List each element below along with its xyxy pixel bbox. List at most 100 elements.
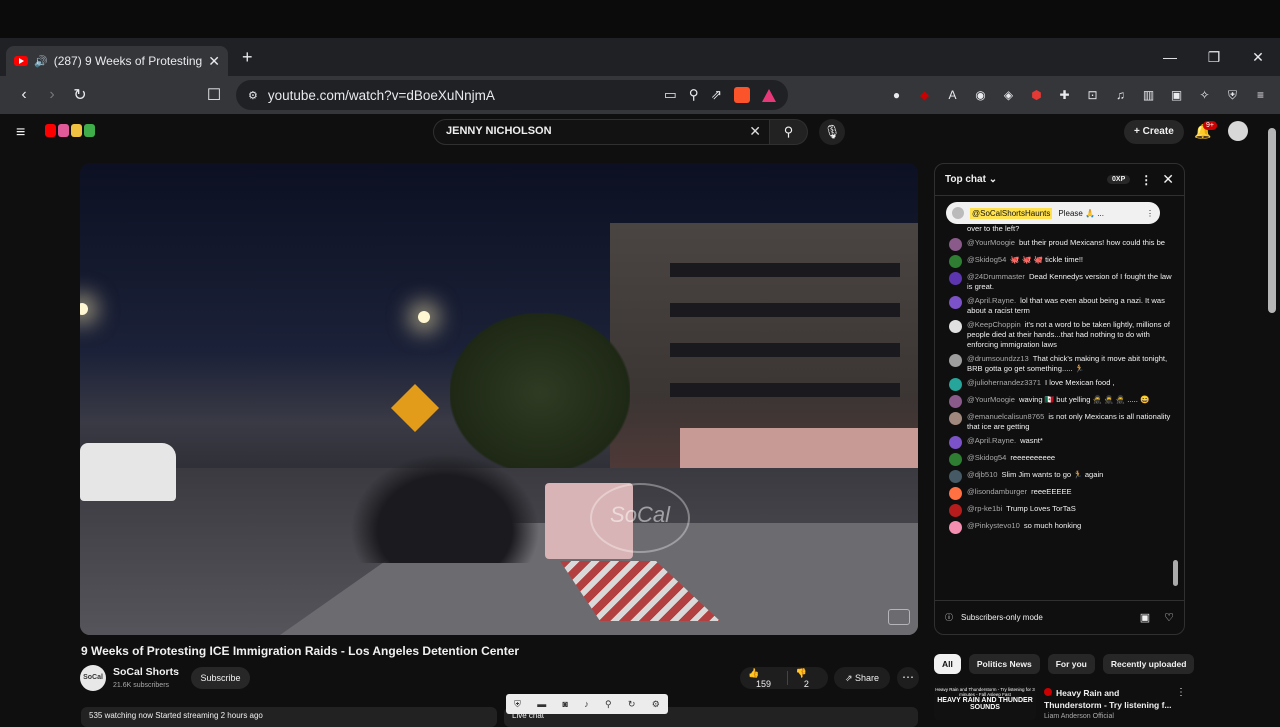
youtube-logo[interactable] xyxy=(45,124,95,137)
loop-icon[interactable]: ↻ xyxy=(628,699,636,710)
share-button[interactable]: ⇗ Share xyxy=(834,667,890,689)
pinned-options-icon[interactable]: ⋮ xyxy=(1146,209,1154,218)
chip-for-you[interactable]: For you xyxy=(1047,654,1095,674)
tab-close-icon[interactable]: ✕ xyxy=(208,53,220,70)
share-page-icon[interactable]: ⇗ xyxy=(711,87,722,103)
chat-message[interactable]: @emanuelcalisun8765 is not only Mexicans … xyxy=(949,412,1174,432)
avatar[interactable] xyxy=(949,395,962,408)
shield-icon[interactable]: ⛨ xyxy=(514,699,521,710)
page-scrollbar[interactable] xyxy=(1268,128,1276,313)
chat-message[interactable]: @Skidog54 reeeeeeeeee xyxy=(949,453,1174,466)
video-player[interactable]: SoCal xyxy=(80,163,918,635)
subscribe-button[interactable]: Subscribe xyxy=(191,667,250,689)
dislike-button[interactable]: 👎 2 xyxy=(788,668,828,689)
author-name[interactable]: @April.Rayne. xyxy=(967,296,1016,305)
avatar[interactable] xyxy=(949,354,962,367)
author-name[interactable]: @24Drummaster xyxy=(967,272,1025,281)
extensions-puzzle-icon[interactable]: ✚ xyxy=(1055,86,1074,105)
wallet-icon[interactable]: ▣ xyxy=(1167,86,1186,105)
zoom-icon[interactable]: ⚲ xyxy=(689,87,699,103)
sidebar-icon[interactable]: ▥ xyxy=(1139,86,1158,105)
author-name[interactable]: @KeepChoppin xyxy=(967,320,1021,329)
back-icon[interactable]: ‹ xyxy=(10,86,38,104)
brave-shields-icon[interactable] xyxy=(734,87,750,103)
audio-icon[interactable]: ♪ xyxy=(584,699,589,709)
camera-icon[interactable]: ◙ xyxy=(563,699,568,709)
like-button[interactable]: 👍 159 xyxy=(740,668,787,689)
heart-icon[interactable]: ♡ xyxy=(1164,611,1174,624)
chat-message[interactable]: @lisondamburger reeeEEEEE xyxy=(949,487,1174,500)
chat-message[interactable]: @April.Rayne. wasnt* xyxy=(949,436,1174,449)
avatar[interactable] xyxy=(949,470,962,483)
minimize-icon[interactable]: — xyxy=(1148,38,1192,76)
search-icon[interactable]: ⚲ xyxy=(770,119,808,145)
chat-message[interactable]: @April.Rayne. lol that was even about bei… xyxy=(949,296,1174,316)
avatar[interactable] xyxy=(949,238,962,251)
video-thumbnail[interactable]: Heavy Rain and Thunderstorm - Try listen… xyxy=(934,685,1036,720)
chat-message[interactable]: @Skidog54 🐙 🐙 🐙 tickle time!! xyxy=(949,255,1174,268)
author-name[interactable]: @Pinkystevo10 xyxy=(967,521,1020,530)
extension-diamond-icon[interactable]: ◈ xyxy=(999,86,1018,105)
close-chat-icon[interactable]: ✕ xyxy=(1162,171,1174,188)
avatar[interactable] xyxy=(1228,121,1248,141)
description-box[interactable]: 535 watching now Started streaming 2 hou… xyxy=(81,707,497,727)
chip-recently-uploaded[interactable]: Recently uploaded xyxy=(1102,654,1195,674)
menu-icon[interactable]: ≡ xyxy=(1251,86,1270,105)
chat-mode-dropdown[interactable]: Top chat ⌄ xyxy=(945,174,997,185)
pin-icon[interactable]: ⚲ xyxy=(605,699,612,710)
avatar[interactable] xyxy=(949,436,962,449)
avatar[interactable] xyxy=(949,320,962,333)
chat-message[interactable]: @drumsoundzz13 That chick's making it mov… xyxy=(949,354,1174,374)
screenshot-icon[interactable]: ⊡ xyxy=(1083,86,1102,105)
author-name[interactable]: @Skidog54 xyxy=(967,255,1006,264)
extension-icon[interactable]: ● xyxy=(887,86,906,105)
browser-tab[interactable]: 🔊 (287) 9 Weeks of Protesting I ✕ xyxy=(6,46,228,76)
address-bar[interactable]: ⚙ youtube.com/watch?v=dBoeXuNnjmA ▭ ⚲ ⇗ xyxy=(236,80,788,110)
chip-all[interactable]: All xyxy=(934,654,961,674)
microphone-icon[interactable]: 🎙 xyxy=(819,119,845,145)
chat-message[interactable]: @YourMoogie but their proud Mexicans! how… xyxy=(949,238,1174,251)
media-icon[interactable]: ♫ xyxy=(1111,86,1130,105)
more-options-icon[interactable]: ⋮ xyxy=(1176,687,1186,698)
author-name[interactable]: @April.Rayne. xyxy=(967,436,1016,445)
clapper-icon[interactable]: ▬ xyxy=(537,699,546,709)
leo-ai-icon[interactable]: ✧ xyxy=(1195,86,1214,105)
avatar[interactable] xyxy=(949,487,962,500)
extension-ak-icon[interactable]: A xyxy=(943,86,962,105)
xp-badge[interactable]: 0XP xyxy=(1107,175,1131,184)
author-name[interactable]: @djb510 xyxy=(967,470,998,479)
channel-name[interactable]: SoCal Shorts xyxy=(113,666,179,678)
chat-scrollbar[interactable] xyxy=(1173,560,1178,586)
url-text[interactable]: youtube.com/watch?v=dBoeXuNnjmA xyxy=(268,88,495,103)
search-input[interactable]: JENNY NICHOLSON ✕ xyxy=(433,119,770,145)
avatar[interactable] xyxy=(949,378,962,391)
chat-options-icon[interactable]: ⋮ xyxy=(1140,173,1152,187)
chat-message[interactable]: @rp-ke1bi Trump Loves TorTaS xyxy=(949,504,1174,517)
speaker-icon[interactable]: 🔊 xyxy=(34,55,48,68)
author-name[interactable]: @Skidog54 xyxy=(967,453,1006,462)
clear-search-icon[interactable]: ✕ xyxy=(749,123,761,140)
more-actions-icon[interactable]: ⋯ xyxy=(897,667,919,689)
maximize-icon[interactable]: ❐ xyxy=(1192,38,1236,76)
recommended-channel[interactable]: Liam Anderson Official xyxy=(1044,713,1114,720)
ublock-icon[interactable]: ◆ xyxy=(915,86,934,105)
brave-rewards-icon[interactable] xyxy=(762,88,776,102)
chat-message[interactable]: @24Drummaster Dead Kennedys version of I … xyxy=(949,272,1174,292)
bookmark-icon[interactable]: ☐ xyxy=(200,85,228,105)
avatar[interactable] xyxy=(949,521,962,534)
info-icon[interactable]: ⓘ xyxy=(945,612,953,623)
reload-icon[interactable]: ↻ xyxy=(66,85,94,105)
settings-icon[interactable]: ⚙ xyxy=(652,699,660,710)
adblock-icon[interactable]: ⬢ xyxy=(1027,86,1046,105)
pinned-message[interactable]: @SoCalShortsHaunts Please 🙏 ... ⋮ xyxy=(946,202,1160,224)
site-settings-icon[interactable]: ⚙ xyxy=(248,89,258,102)
forward-icon[interactable]: › xyxy=(38,86,66,104)
avatar[interactable] xyxy=(949,255,962,268)
new-tab-icon[interactable]: + xyxy=(242,47,253,68)
author-name[interactable]: @drumsoundzz13 xyxy=(967,354,1029,363)
avatar[interactable] xyxy=(949,296,962,309)
author-name[interactable]: @YourMoogie xyxy=(967,238,1015,247)
chat-message[interactable]: @KeepChoppin it's not a word to be taken … xyxy=(949,320,1174,350)
author-name[interactable]: @lisondamburger xyxy=(967,487,1027,496)
cast-icon[interactable]: ▭ xyxy=(664,87,677,103)
